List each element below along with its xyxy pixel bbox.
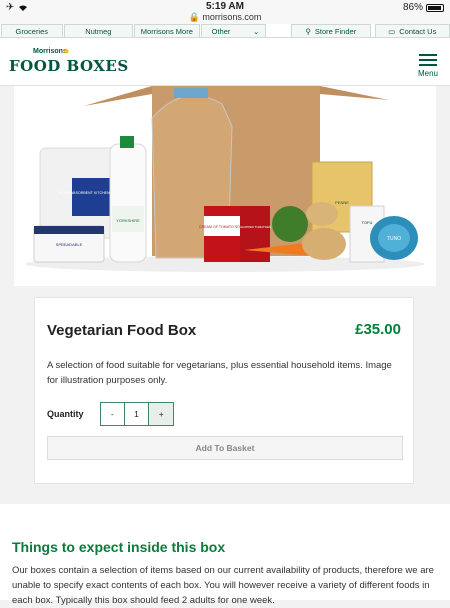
milk-label: YORKSHIRE bbox=[116, 218, 140, 223]
ios-status-bar: ✈ 5:19 AM 🔒 morrisons.com 86% bbox=[0, 0, 450, 24]
url-text: morrisons.com bbox=[202, 12, 262, 22]
top-navigation: Groceries Nutmeg Morrisons More Other ⌄ … bbox=[0, 24, 450, 38]
quantity-input[interactable]: 1 bbox=[125, 403, 150, 425]
tofu-label: TOFU bbox=[362, 220, 373, 225]
product-title: Vegetarian Food Box bbox=[47, 322, 197, 339]
product-image: ULTRA ABSORBENT KITCHEN TOWEL SPREADABLE… bbox=[14, 86, 436, 286]
battery-icon bbox=[426, 3, 444, 12]
menu-button[interactable]: Menu bbox=[416, 54, 440, 78]
chat-icon: ▭ bbox=[388, 26, 396, 36]
tab-nutmeg[interactable]: Nutmeg bbox=[63, 24, 134, 37]
product-description: A selection of food suitable for vegetar… bbox=[47, 360, 392, 386]
tab-groceries[interactable]: Groceries bbox=[1, 24, 63, 37]
tab-morrisons-more[interactable]: Morrisons More bbox=[134, 24, 200, 37]
site-header: Morrisons ✸ FOOD BOXES Menu bbox=[0, 38, 450, 86]
product-card: Vegetarian Food Box £35.00 A selection o… bbox=[34, 297, 414, 484]
hamburger-icon bbox=[416, 54, 440, 66]
lock-icon: 🔒 bbox=[188, 12, 200, 22]
increment-button[interactable]: + bbox=[149, 403, 173, 425]
menu-label: Menu bbox=[417, 69, 438, 78]
tab-contact-us[interactable]: ▭ Contact Us bbox=[374, 24, 450, 37]
pasta-label: PENNE bbox=[335, 200, 349, 205]
tomatoes-label: CHOPPED TOMATOES bbox=[239, 225, 271, 229]
tab-other-dropdown[interactable]: Other ⌄ bbox=[200, 24, 267, 37]
spread-label: SPREADABLE bbox=[56, 242, 83, 247]
logo-star-icon: ✸ bbox=[63, 47, 70, 56]
battery-percent: 86% bbox=[402, 2, 423, 13]
address-bar-url[interactable]: 🔒 morrisons.com bbox=[0, 12, 450, 23]
status-time: 5:19 AM bbox=[206, 1, 244, 12]
tuno-label: TUNO bbox=[387, 236, 401, 242]
food-box-illustration: ULTRA ABSORBENT KITCHEN TOWEL SPREADABLE… bbox=[25, 86, 425, 272]
chevron-down-icon: ⌄ bbox=[252, 26, 260, 36]
tab-store-finder[interactable]: ⚲ Store Finder bbox=[291, 24, 371, 37]
logo-food-boxes-text: FOOD BOXES bbox=[9, 57, 129, 75]
logo-morrisons-text: Morrisons bbox=[33, 48, 67, 55]
add-to-basket-button[interactable]: Add To Basket bbox=[47, 436, 403, 460]
quantity-label: Quantity bbox=[47, 409, 84, 419]
map-pin-icon: ⚲ bbox=[305, 26, 311, 36]
info-heading: Things to expect inside this box bbox=[12, 539, 226, 555]
quantity-stepper: - 1 + bbox=[100, 402, 174, 426]
box-info-section: Things to expect inside this box Our box… bbox=[0, 504, 450, 606]
decrement-button[interactable]: - bbox=[101, 403, 125, 425]
product-price: £35.00 bbox=[355, 321, 401, 338]
info-text: Our boxes contain a selection of items b… bbox=[12, 565, 434, 606]
